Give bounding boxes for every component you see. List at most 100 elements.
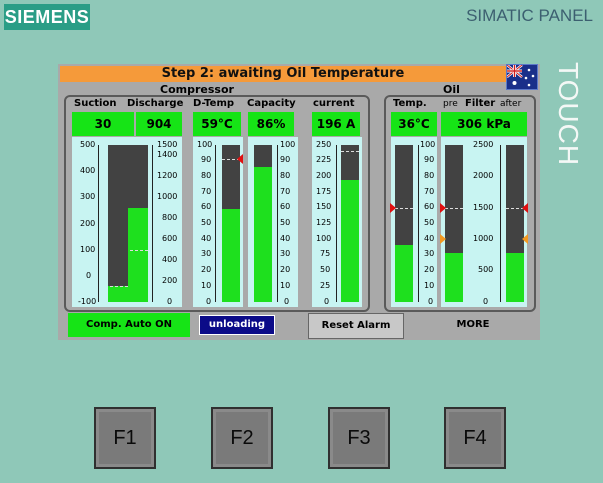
suction-tick: 200	[80, 219, 96, 228]
oil-temp-tick: 100	[420, 140, 436, 149]
suction-tick: 0	[86, 271, 92, 280]
oil-filter-tick: 2000	[473, 171, 494, 180]
oil-temp-bar	[395, 245, 413, 302]
discharge-label: Discharge	[127, 98, 184, 109]
dtemp-scale	[215, 145, 216, 302]
oil-filter-pre-warning-marker	[440, 234, 446, 244]
discharge-tick: 1200	[157, 171, 178, 180]
comp-auto-status: Comp. Auto ON	[68, 313, 190, 337]
touch-label: TOUCH	[553, 62, 584, 167]
more-button[interactable]: MORE	[436, 313, 510, 337]
hmi-panel: SIEMENS SIMATIC PANEL TOUCH Step 2: awai…	[0, 0, 603, 483]
suction-setpoint-line	[110, 286, 128, 287]
dtemp-tick: 0	[206, 297, 212, 306]
capacity-tick: 30	[280, 249, 291, 258]
discharge-bar	[128, 208, 148, 302]
capacity-tick: 50	[280, 218, 291, 227]
current-tick: 125	[316, 218, 332, 227]
current-limit-line	[341, 151, 359, 152]
oil-filter-after-alarm-marker	[522, 203, 528, 213]
australia-flag-icon[interactable]	[506, 64, 538, 90]
oil-filter-tick: 1500	[473, 203, 494, 212]
oil-temp-tick: 70	[424, 187, 435, 196]
discharge-value: 904	[136, 112, 182, 136]
model-name: SIMATIC PANEL	[466, 6, 593, 25]
dtemp-alarm-marker	[237, 154, 243, 164]
current-tick: 75	[320, 249, 331, 258]
f4-key[interactable]: F4	[444, 407, 506, 469]
f2-key[interactable]: F2	[211, 407, 273, 469]
oil-filter-tick: 500	[478, 265, 494, 274]
current-label: current	[313, 98, 355, 109]
oil-filter-tick: 1000	[473, 234, 494, 243]
capacity-tick: 0	[284, 297, 290, 306]
oil-filter-after-label: after	[500, 99, 522, 109]
capacity-tick: 90	[280, 155, 291, 164]
oil-filter-pre-label: pre	[443, 99, 458, 109]
dtemp-value: 59°C	[193, 112, 241, 136]
capacity-tick: 100	[280, 140, 296, 149]
discharge-tick: 1400	[157, 150, 178, 159]
step-banner: Step 2: awaiting Oil Temperature	[60, 66, 506, 82]
current-tick: 100	[316, 234, 332, 243]
suction-bar	[108, 286, 128, 302]
current-tick: 0	[324, 297, 330, 306]
oil-filter-pre-setpoint	[445, 208, 463, 209]
suction-scale	[98, 145, 99, 302]
capacity-scale	[277, 145, 278, 302]
current-value: 196 A	[312, 112, 360, 136]
brand-logo: SIEMENS	[4, 4, 90, 30]
oil-filter-pre-alarm-marker	[440, 203, 446, 213]
current-tick: 50	[320, 265, 331, 274]
dtemp-label: D-Temp	[193, 98, 235, 109]
f1-key[interactable]: F1	[94, 407, 156, 469]
reset-alarm-button[interactable]: Reset Alarm	[308, 313, 404, 339]
oil-temp-tick: 0	[428, 297, 434, 306]
capacity-tick: 60	[280, 202, 291, 211]
oil-temp-tick: 40	[424, 234, 435, 243]
oil-temp-scale	[418, 145, 419, 302]
current-tick: 175	[316, 187, 332, 196]
dtemp-tick: 80	[201, 171, 212, 180]
oil-filter-label: Filter	[465, 98, 496, 109]
dtemp-tick: 30	[201, 249, 212, 258]
dtemp-tick: 90	[201, 155, 212, 164]
oil-filter-pre-bar	[445, 253, 463, 302]
discharge-tick: 600	[162, 234, 178, 243]
current-tick: 200	[316, 171, 332, 180]
capacity-tick: 40	[280, 234, 291, 243]
oil-filter-value: 306 kPa	[441, 112, 527, 136]
discharge-tick: 0	[167, 297, 173, 306]
capacity-bar	[254, 167, 272, 302]
capacity-tick: 80	[280, 171, 291, 180]
current-tick: 250	[316, 140, 332, 149]
current-bar	[341, 180, 359, 302]
capacity-tick: 70	[280, 187, 291, 196]
oil-temp-value: 36°C	[391, 112, 437, 136]
oil-temp-alarm-marker	[390, 203, 396, 213]
oil-temp-tick: 20	[424, 265, 435, 274]
oil-temp-label: Temp.	[393, 98, 427, 109]
dtemp-tick: 70	[201, 187, 212, 196]
current-scale	[336, 145, 337, 302]
oil-temp-tick: 90	[424, 155, 435, 164]
discharge-tick: 800	[162, 213, 178, 222]
capacity-tick: 20	[280, 265, 291, 274]
dtemp-tick: 10	[201, 281, 212, 290]
dtemp-bar	[222, 209, 240, 302]
oil-filter-tick: 2500	[473, 140, 494, 149]
oil-temp-tick: 10	[424, 281, 435, 290]
oil-filter-after-warning-marker	[522, 234, 528, 244]
f3-key[interactable]: F3	[328, 407, 390, 469]
oil-filter-tick: 0	[483, 297, 489, 306]
oil-temp-tick: 60	[424, 202, 435, 211]
oil-temp-tick: 30	[424, 249, 435, 258]
unloading-indicator: unloading	[199, 315, 275, 335]
discharge-setpoint-line	[130, 250, 148, 251]
capacity-tick: 10	[280, 281, 291, 290]
suction-tick: 500	[80, 140, 96, 149]
capacity-label: Capacity	[247, 98, 296, 109]
suction-tick: 400	[80, 166, 96, 175]
oil-temp-tick: 80	[424, 171, 435, 180]
suction-tick: 100	[80, 245, 96, 254]
